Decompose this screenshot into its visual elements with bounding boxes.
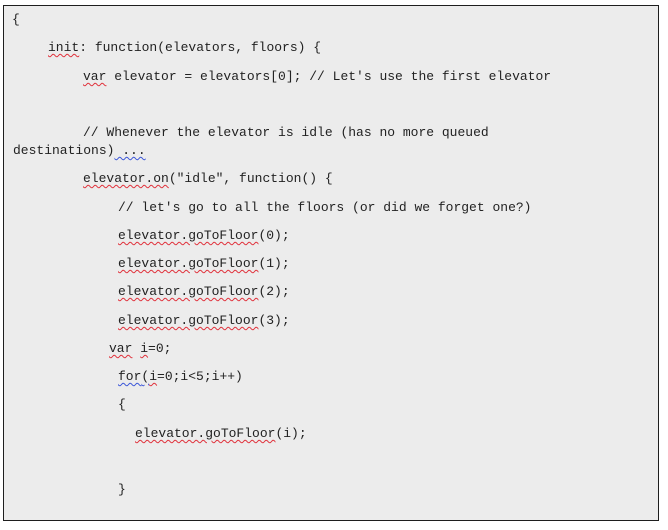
code-token-spellcheck: var: [109, 341, 133, 356]
code-document: { init: function(elevators, floors) { va…: [3, 5, 659, 521]
code-line-for: for(i=0;i<5;i++): [118, 369, 243, 385]
code-line-goto-1: elevator.goToFloor(1);: [118, 256, 290, 272]
code-line-comment-idle: // Whenever the elevator is idle (has no…: [83, 125, 489, 141]
code-token: (2);: [258, 284, 290, 299]
code-token-spellcheck: init: [48, 40, 80, 55]
code-line-goto-2: elevator.goToFloor(2);: [118, 284, 290, 300]
code-line-block-open: {: [118, 397, 126, 413]
code-token-spellcheck: elevator.goToFloor: [118, 284, 259, 299]
code-token: (1);: [258, 256, 290, 271]
code-token: ("idle", function() {: [168, 171, 333, 186]
code-token: {: [118, 397, 126, 412]
code-token: }: [118, 482, 126, 497]
code-token: (i);: [275, 426, 307, 441]
code-token-spellcheck: elevator.goToFloor: [118, 256, 259, 271]
code-token-spellcheck: elevator.goToFloor: [118, 313, 259, 328]
code-token: =0;i<5;i++): [157, 369, 243, 384]
code-token: =0;: [148, 341, 172, 356]
code-token-spellcheck: ...: [114, 143, 146, 158]
code-token: // Whenever the elevator is idle (has no…: [83, 125, 489, 140]
code-token: (0);: [258, 228, 290, 243]
code-line-elevator-on: elevator.on("idle", function() {: [83, 171, 333, 187]
code-token-spellcheck: elevator.goToFloor: [118, 228, 259, 243]
code-token: : function(elevators, floors) {: [79, 40, 322, 55]
code-line-comment-floors: // let's go to all the floors (or did we…: [118, 200, 531, 216]
code-line-goto-3: elevator.goToFloor(3);: [118, 313, 290, 329]
code-token-spellcheck: for: [118, 369, 142, 384]
code-token: {: [12, 12, 20, 27]
code-line-init: init: function(elevators, floors) {: [48, 40, 321, 56]
code-token: (3);: [258, 313, 290, 328]
code-line-var-i: var i=0;: [109, 341, 171, 357]
code-token-spellcheck: elevator.goToFloor: [135, 426, 276, 441]
code-line-open-brace: {: [12, 12, 20, 28]
code-token: destinations): [13, 143, 115, 158]
code-token: elevator = elevators[0]; // Let's use th…: [106, 69, 552, 84]
code-line-goto-i: elevator.goToFloor(i);: [135, 426, 307, 442]
code-token: // let's go to all the floors (or did we…: [118, 200, 532, 215]
code-token-spellcheck: elevator.on: [83, 171, 169, 186]
code-line-var-elevator: var elevator = elevators[0]; // Let's us…: [83, 69, 551, 85]
code-token-spellcheck: i: [149, 369, 158, 384]
code-line-block-close: }: [118, 482, 126, 498]
code-line-goto-0: elevator.goToFloor(0);: [118, 228, 290, 244]
code-token-spellcheck: i: [140, 341, 149, 356]
code-token-spellcheck: var: [83, 69, 107, 84]
code-line-comment-idle-cont: destinations) ...: [13, 143, 146, 159]
